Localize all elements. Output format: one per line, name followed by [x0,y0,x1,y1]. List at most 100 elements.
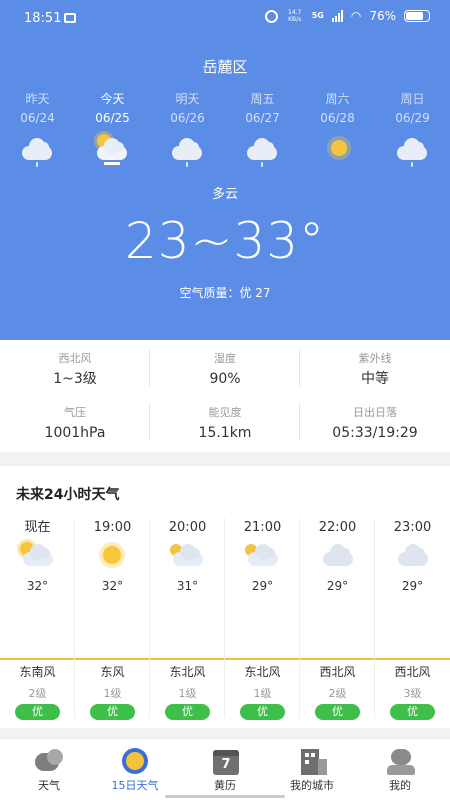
hour-wind: 东南风 [19,665,56,679]
tab-15day[interactable]: 15日天气 [92,747,178,793]
location-title[interactable]: 岳麓区 [0,56,450,77]
detail-value: 中等 [361,371,389,387]
hour-item[interactable]: 19:00 32° 东风 1级 优 [75,518,150,728]
status-bar: 18:51 14.7 KB/s 5G ◠ 76% [0,0,450,38]
aqi-badge: 优 [315,704,360,720]
divider [149,350,150,386]
day-name: 明天 [175,92,200,106]
detail-humidity: 湿度 90% [150,350,300,390]
hourly-title: 未来24小时天气 [16,487,120,503]
detail-value: 90% [209,371,241,387]
air-quality[interactable]: 空气质量：优 27 [0,284,450,301]
hour-item[interactable]: 现在 32° 东南风 2级 优 [0,518,75,728]
cloud-rain-icon [150,136,225,167]
temperature-range: 23~33° [124,212,326,270]
detail-pressure: 气压 1001hPa [0,404,150,444]
tab-label: 我的城市 [290,779,334,792]
partly-cloudy-icon [0,540,75,572]
day-name: 周六 [325,92,350,106]
hour-temp: 29° [251,579,274,593]
tab-my-city[interactable]: 我的城市 [269,747,355,793]
weather-tab-icon [33,747,65,775]
divider [299,350,300,386]
signal-icon [331,10,343,22]
tab-label: 天气 [38,779,60,792]
day-item[interactable]: 明天 06/26 [150,90,225,167]
detail-uv: 紫外线 中等 [300,350,450,390]
sunny-icon [75,540,150,572]
aqi-badge: 优 [15,704,60,720]
hour-wind: 东北风 [244,665,281,679]
detail-sunrise-sunset: 日出日落 05:33/19:29 [300,404,450,444]
sun-tab-icon [119,747,151,775]
detail-value: 05:33/19:29 [332,425,418,441]
hour-wind-level: 1级 [253,687,272,700]
hour-wind-level: 1级 [178,687,197,700]
battery-icon [404,10,430,22]
detail-label: 能见度 [208,406,242,419]
divider [299,404,300,440]
day-date: 06/28 [320,111,355,125]
hour-item[interactable]: 22:00 29° 西北风 2级 优 [300,518,375,728]
day-item[interactable]: 周六 06/28 [300,90,375,166]
hour-time: 19:00 [93,520,132,535]
hour-temp: 32° [101,579,124,593]
cloudy-night-icon [225,540,300,572]
city-tab-icon [296,747,328,775]
sim-icon [64,13,76,23]
detail-label: 紫外线 [358,352,392,365]
hour-temp: 32° [26,579,49,593]
hour-item[interactable]: 23:00 29° 西北风 3级 优 [375,518,450,728]
cloud-icon [300,540,375,572]
tab-profile[interactable]: 我的 [357,747,443,793]
hour-time: 22:00 [318,520,357,535]
cloud-rain-icon [225,136,300,167]
detail-label: 西北风 [58,352,92,365]
day-item[interactable]: 昨天 06/24 [0,90,75,167]
hour-temp: 29° [326,579,349,593]
hour-wind-level: 1级 [103,687,122,700]
detail-label: 日出日落 [353,406,397,419]
aqi-badge: 优 [390,704,435,720]
cloud-icon [375,540,450,572]
hour-wind: 东北风 [169,665,206,679]
hour-wind: 西北风 [394,665,431,679]
hour-wind-level: 3级 [403,687,422,700]
bottom-nav: 天气 15日天气 7 黄历 我的城市 我的 [0,738,450,800]
tab-almanac[interactable]: 7 黄历 [182,747,268,793]
hour-temp: 31° [176,579,199,593]
hour-item[interactable]: 21:00 29° 东北风 1级 优 [225,518,300,728]
tab-label: 我的 [389,779,411,792]
day-name: 周日 [400,92,425,106]
status-time: 18:51 [24,11,62,26]
hour-time: 21:00 [243,520,282,535]
hour-time: 20:00 [168,520,207,535]
hour-wind-level: 2级 [28,687,47,700]
cloud-rain-icon [0,136,75,167]
detail-value: 1~3级 [53,371,97,387]
current-condition: 多云 [211,187,238,202]
detail-visibility: 能见度 15.1km [150,404,300,444]
day-item[interactable]: 周五 06/27 [225,90,300,167]
aqi-badge: 优 [165,704,210,720]
sunny-icon [300,136,375,166]
hour-wind: 西北风 [319,665,356,679]
status-right: 14.7 KB/s 5G ◠ 76% [264,9,430,23]
speed-value: 14.7 [288,9,302,16]
day-item-today[interactable]: 今天 06/25 [75,90,150,166]
calendar-day: 7 [221,757,231,772]
daily-strip: 昨天 06/24 今天 06/25 明天 06/26 周五 06/27 周六 0… [0,90,450,170]
tab-weather[interactable]: 天气 [6,747,92,793]
aqi-badge: 优 [240,704,285,720]
hour-wind: 东风 [100,665,125,679]
day-date: 06/27 [245,111,280,125]
day-item[interactable]: 周日 06/29 [375,90,450,167]
hour-item[interactable]: 20:00 31° 东北风 1级 优 [150,518,225,728]
network-type: 5G [311,11,324,20]
hour-wind-level: 2级 [328,687,347,700]
home-indicator[interactable] [165,795,285,798]
network-speed: 14.7 KB/s [286,9,304,23]
aqi-badge: 优 [90,704,135,720]
detail-value: 1001hPa [44,425,106,441]
hour-temp: 29° [401,579,424,593]
